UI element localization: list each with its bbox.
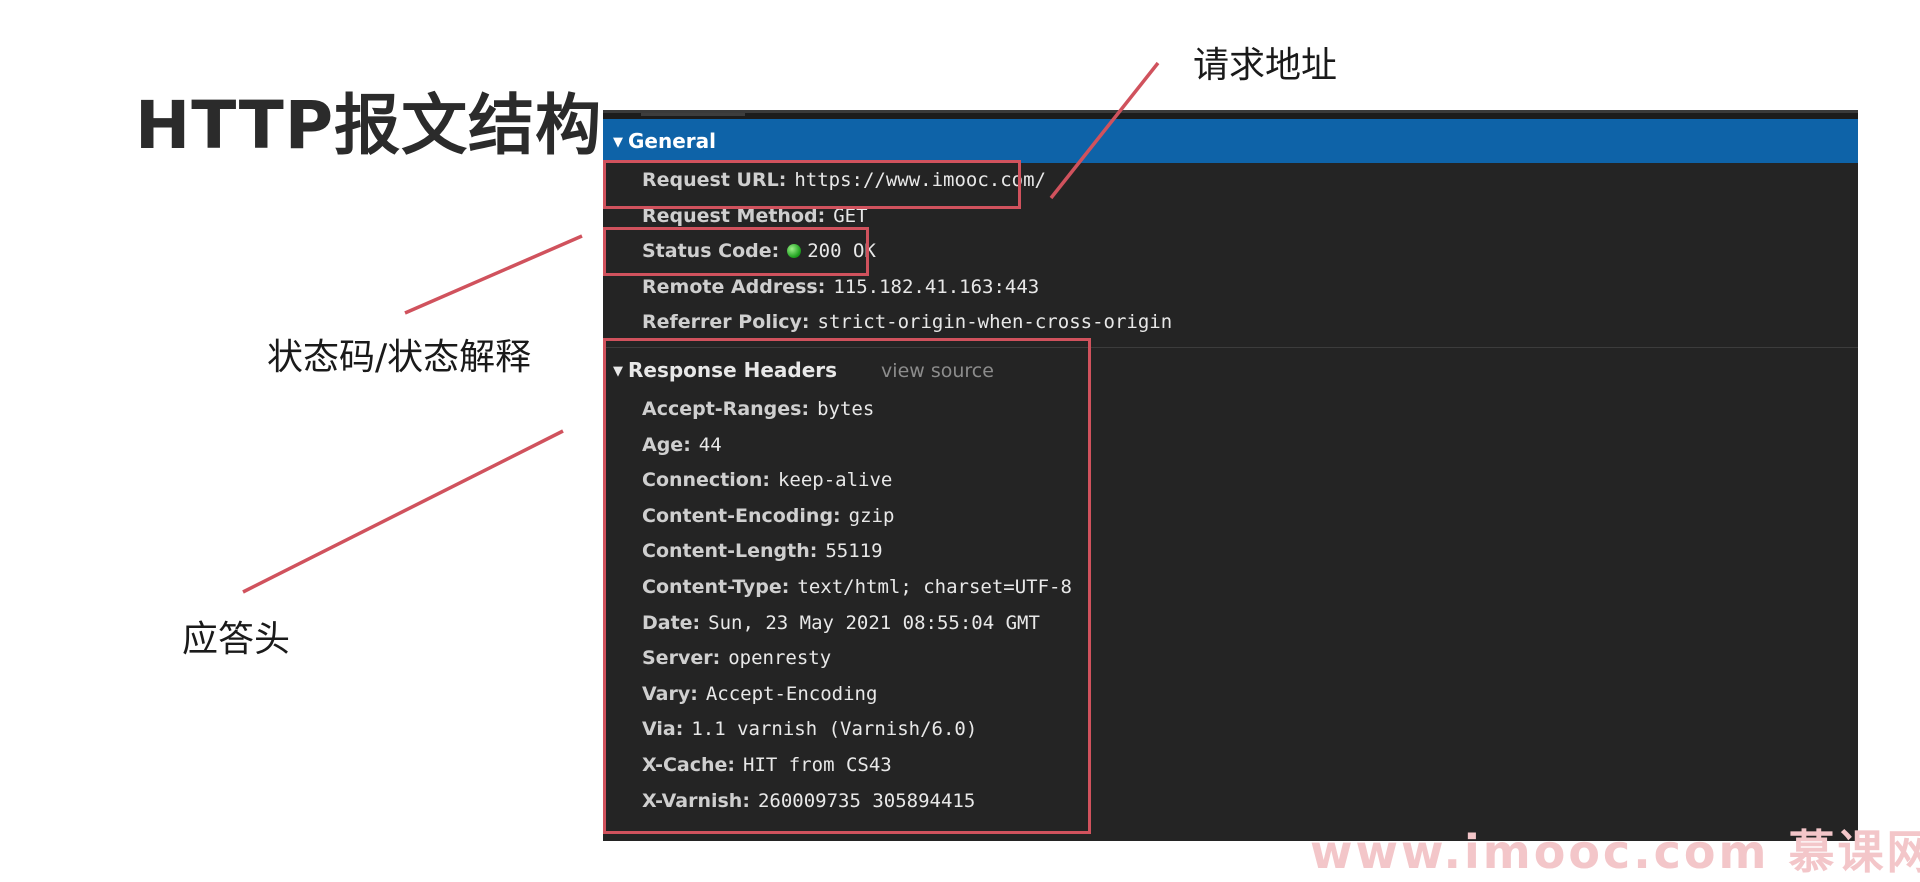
- watermark: www.imooc.com 慕课网: [1310, 825, 1920, 879]
- annotation-leader-lines: [242, 61, 1160, 594]
- leader-line-status-code: [404, 234, 583, 315]
- leader-line-response-headers: [242, 429, 564, 594]
- leader-line-request-url: [1049, 61, 1160, 200]
